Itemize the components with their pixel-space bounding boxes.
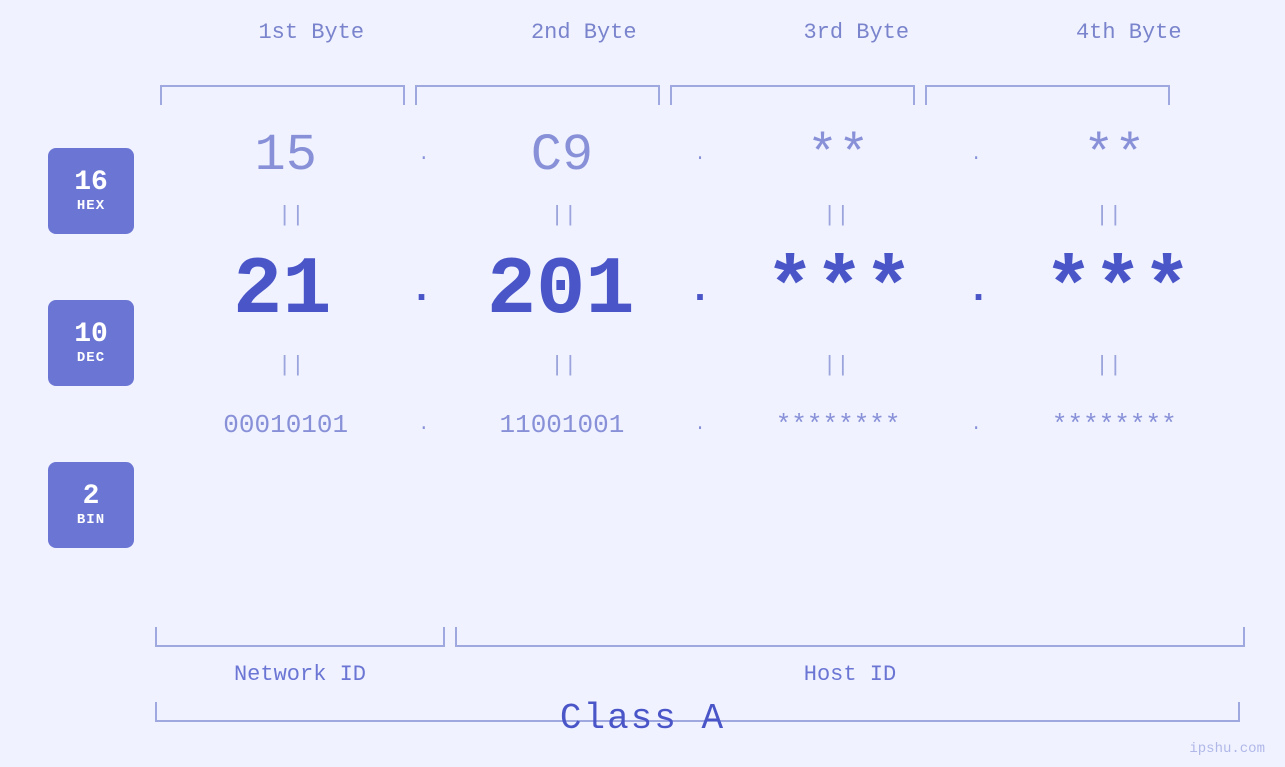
network-id-label: Network ID xyxy=(155,662,445,687)
dec-byte-4: *** xyxy=(991,244,1245,337)
bracket-3 xyxy=(670,85,915,105)
main-grid: 15 . C9 . ** . ** || || || || 21 . 201 .… xyxy=(155,85,1245,465)
eq2-4: || xyxy=(986,353,1231,378)
bin-row: 00010101 . 11001001 . ******** . *******… xyxy=(155,385,1245,465)
badge-hex-number: 16 xyxy=(74,168,108,199)
badge-dec-label: DEC xyxy=(77,350,105,366)
hex-byte-3: ** xyxy=(707,126,968,185)
dot-d3: . xyxy=(966,268,990,313)
dot-h1: . xyxy=(416,145,431,165)
dec-byte-1: 21 xyxy=(155,244,409,337)
dot-b2: . xyxy=(693,415,708,435)
dot-b3: . xyxy=(969,415,984,435)
dot-d2: . xyxy=(688,268,712,313)
badge-dec: 10 DEC xyxy=(48,300,134,386)
network-bracket xyxy=(155,627,445,647)
dot-b1: . xyxy=(416,415,431,435)
eq1-1: || xyxy=(169,203,414,228)
bin-byte-4: ******** xyxy=(984,410,1245,440)
badge-hex-label: HEX xyxy=(77,198,105,214)
eq1-2: || xyxy=(441,203,686,228)
eq2-2: || xyxy=(441,353,686,378)
equals-row-2: || || || || xyxy=(155,345,1245,385)
watermark: ipshu.com xyxy=(1189,741,1265,757)
hex-byte-4: ** xyxy=(984,126,1245,185)
dec-byte-3: *** xyxy=(712,244,966,337)
bottom-brackets xyxy=(155,627,1245,647)
dec-row: 21 . 201 . *** . *** xyxy=(155,235,1245,345)
equals-row-1: || || || || xyxy=(155,195,1245,235)
bin-byte-2: 11001001 xyxy=(431,410,692,440)
column-headers: 1st Byte 2nd Byte 3rd Byte 4th Byte xyxy=(175,20,1265,45)
eq2-1: || xyxy=(169,353,414,378)
badge-hex: 16 HEX xyxy=(48,148,134,234)
badge-bin-number: 2 xyxy=(83,482,100,513)
top-brackets xyxy=(155,85,1245,115)
hex-row: 15 . C9 . ** . ** xyxy=(155,115,1245,195)
dec-byte-2: 201 xyxy=(434,244,688,337)
host-bracket xyxy=(455,627,1245,647)
host-id-label: Host ID xyxy=(455,662,1245,687)
bracket-4 xyxy=(925,85,1170,105)
hex-byte-2: C9 xyxy=(431,126,692,185)
eq1-3: || xyxy=(714,203,959,228)
header-byte-4: 4th Byte xyxy=(1004,20,1254,45)
dot-h3: . xyxy=(969,145,984,165)
main-container: 16 HEX 10 DEC 2 BIN 1st Byte 2nd Byte 3r… xyxy=(0,0,1285,767)
class-label: Class A xyxy=(0,698,1285,739)
header-byte-2: 2nd Byte xyxy=(459,20,709,45)
bracket-1 xyxy=(160,85,405,105)
bin-byte-3: ******** xyxy=(707,410,968,440)
bottom-labels: Network ID Host ID xyxy=(155,662,1245,687)
bracket-2 xyxy=(415,85,660,105)
hex-byte-1: 15 xyxy=(155,126,416,185)
badge-bin-label: BIN xyxy=(77,512,105,528)
dot-d1: . xyxy=(409,268,433,313)
dot-h2: . xyxy=(693,145,708,165)
header-byte-3: 3rd Byte xyxy=(731,20,981,45)
eq2-3: || xyxy=(714,353,959,378)
badge-bin: 2 BIN xyxy=(48,462,134,548)
eq1-4: || xyxy=(986,203,1231,228)
header-byte-1: 1st Byte xyxy=(186,20,436,45)
badge-dec-number: 10 xyxy=(74,320,108,351)
bin-byte-1: 00010101 xyxy=(155,410,416,440)
